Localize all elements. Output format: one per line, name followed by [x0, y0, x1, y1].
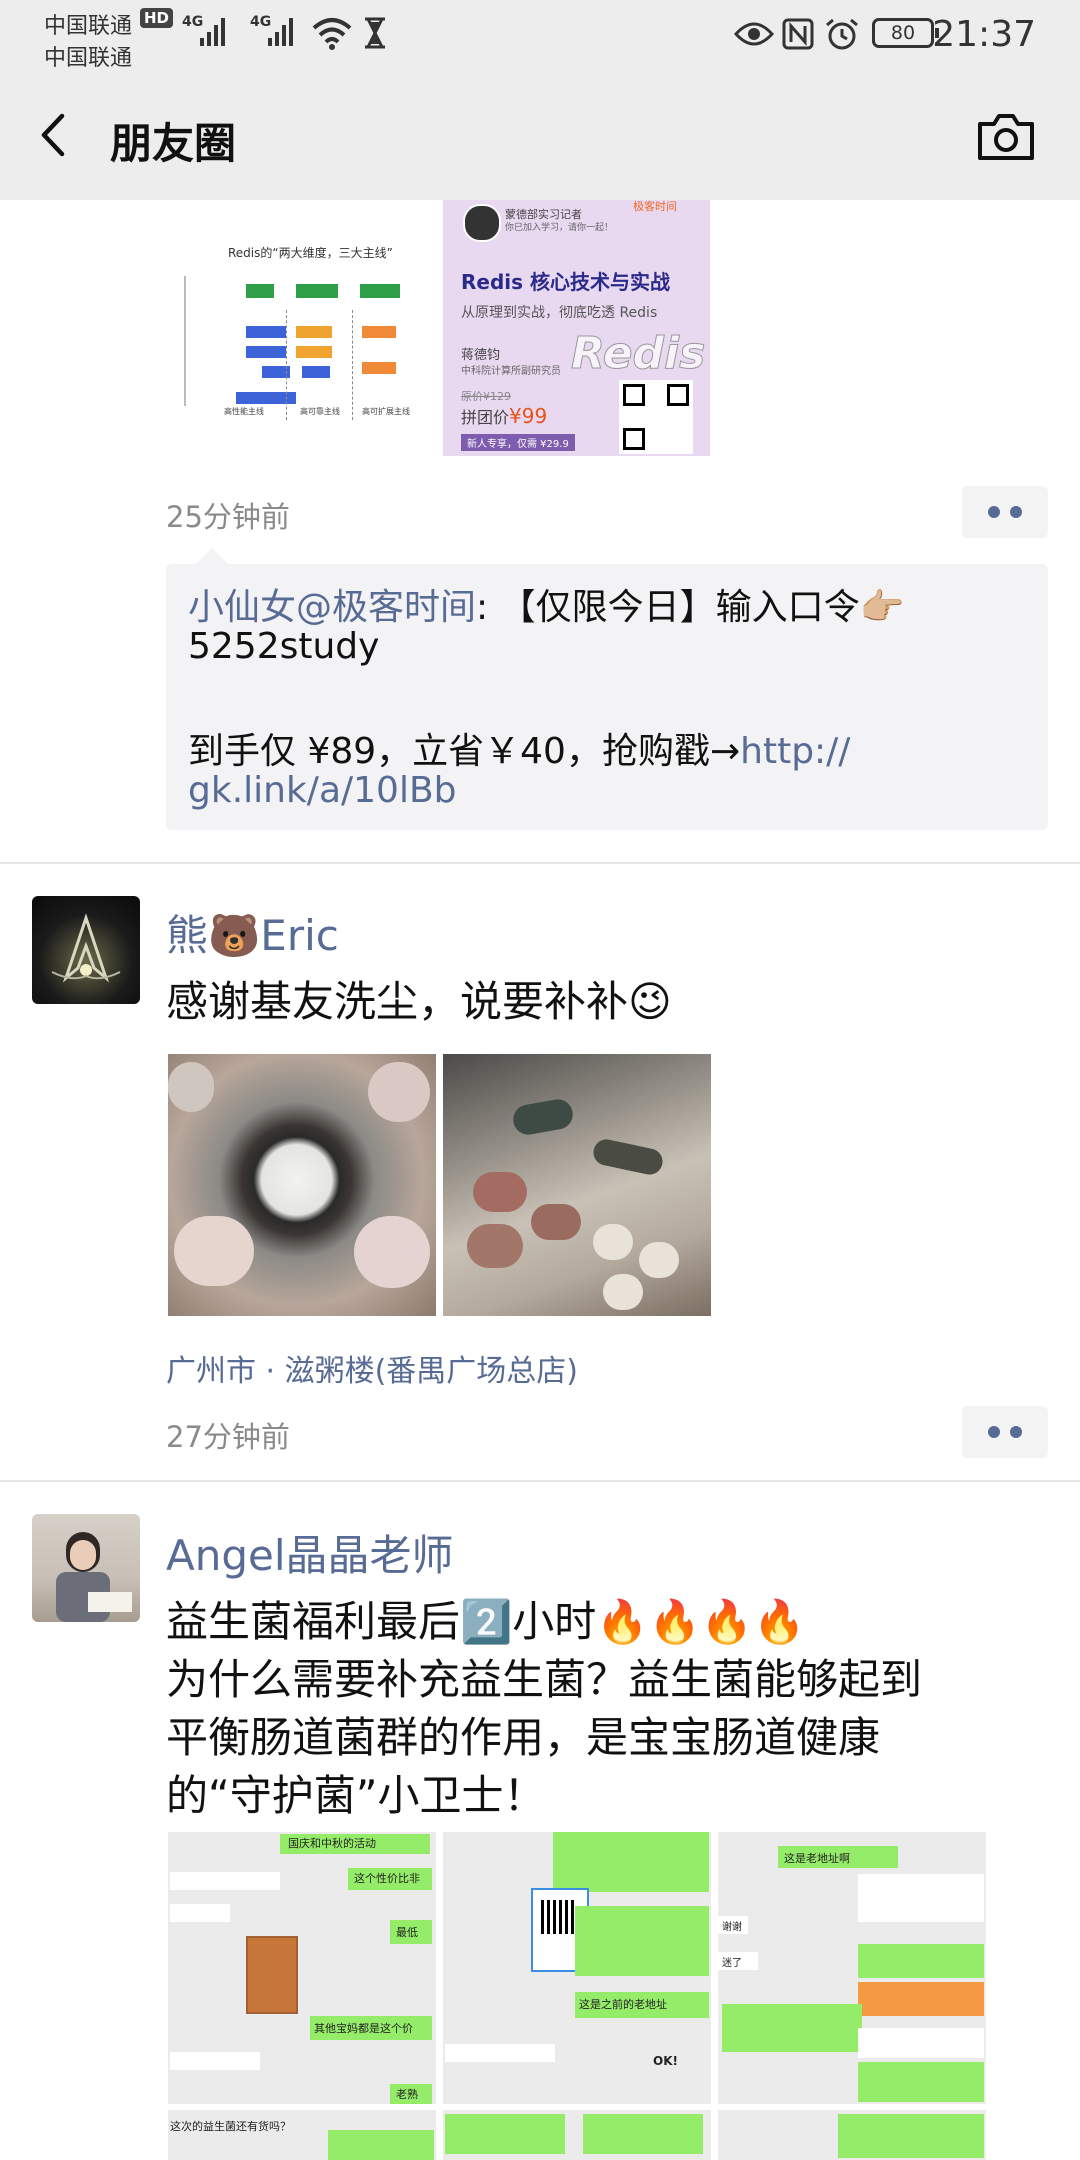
wifi-icon: [312, 18, 352, 50]
nav-bar: 朋友圈: [0, 70, 1080, 200]
user-avatar[interactable]: [32, 1514, 140, 1622]
more-actions-button[interactable]: [962, 486, 1048, 538]
ad-watermark: Redis: [570, 328, 706, 380]
image-caption: Redis的“两大维度，三大主线”: [228, 246, 393, 260]
post-image-chat[interactable]: 这次的益生菌还有货吗？: [168, 2110, 436, 2160]
chat-bubble-text: 谢谢: [722, 1922, 742, 1933]
battery-icon: 80: [872, 18, 939, 48]
comment-link[interactable]: http://: [740, 731, 850, 772]
status-bar: 中国联通 HD 中国联通 4G 4G 80 21:37: [0, 0, 1080, 71]
chat-bubble-text: 这个性价比非: [354, 1872, 420, 1885]
chat-bubble-text: 国庆和中秋的活动: [288, 1837, 376, 1850]
comment-separator: :: [476, 587, 500, 628]
post-text-line: 平衡肠道菌群的作用，是宝宝肠道健康: [166, 1713, 881, 1762]
carrier-label: 中国联通: [44, 14, 133, 39]
chat-bubble-text: 其他宝妈都是这个价: [314, 2022, 413, 2035]
comment-link[interactable]: gk.link/a/10lBb: [188, 770, 457, 811]
dot-icon: [1010, 1426, 1022, 1438]
dot-icon: [988, 1426, 1000, 1438]
author-name: 蒋德钧: [461, 348, 501, 363]
comment-text: 到手仅 ¥89，立省￥40，抢购戳→: [188, 731, 741, 772]
post-image-chat[interactable]: [443, 2110, 711, 2160]
brand-logo: 极客时间: [633, 200, 677, 213]
comment-text: 【仅限今日】输入口令👉🏼: [499, 587, 905, 628]
ad-title: Redis 核心技术与实战: [461, 270, 671, 294]
signal-icon: 4G: [182, 14, 228, 50]
chat-bubble-text: 这次的益生菌还有货吗？: [170, 2120, 291, 2133]
comment-author[interactable]: 小仙女@极客时间: [188, 587, 476, 628]
ad-header: 你已加入学习，请你一起！: [505, 223, 614, 233]
username[interactable]: Angel晶晶老师: [166, 1522, 454, 1583]
comment-box: 小仙女@极客时间: 【仅限今日】输入口令👉🏼 5252study 到手仅 ¥89…: [166, 548, 1048, 830]
diagram-label: 高可靠主线: [300, 407, 340, 416]
comment-text-line: 到手仅 ¥89，立省￥40，抢购戳→http://: [188, 722, 850, 774]
post-image-congee[interactable]: [168, 1054, 436, 1316]
post-image-chat[interactable]: 国庆和中秋的活动 这个性价比非 最低 其他宝妈都是这个价 老熟: [168, 1832, 436, 2104]
post-image-chat[interactable]: [718, 2110, 986, 2160]
group-price: 拼团价¥99: [461, 404, 548, 428]
hourglass-icon: [365, 17, 385, 49]
author-title: 中科院计算所副研究员: [461, 366, 561, 377]
comment-item[interactable]: 小仙女@极客时间: 【仅限今日】输入口令👉🏼: [188, 578, 904, 630]
chat-bubble-text: 老熟: [396, 2088, 418, 2101]
username[interactable]: 熊🐻Eric: [166, 902, 339, 963]
newcomer-badge: 新人专享，仅需 ¥29.9: [461, 434, 575, 451]
user-avatar[interactable]: [32, 896, 140, 1004]
post-text-line: 的“守护菌”小卫士！: [166, 1771, 546, 1820]
post-divider: [0, 1480, 1080, 1482]
post-image-course-ad[interactable]: 蒙德部实习记者 你已加入学习，请你一起！ 极客时间 Redis 核心技术与实战 …: [443, 200, 710, 456]
camera-icon[interactable]: [976, 108, 1036, 164]
ad-subtitle: 从原理到实战，彻底吃透 Redis: [461, 305, 658, 321]
original-price: 原价¥129: [461, 390, 511, 403]
post-image-chat[interactable]: 这是之前的老地址 OK!: [443, 1832, 711, 2104]
alarm-icon: [826, 18, 858, 50]
post-text-line: 为什么需要补充益生菌？益生菌能够起到: [166, 1655, 923, 1704]
signal-icon-2: 4G: [250, 14, 296, 50]
eye-icon: [734, 22, 774, 46]
nfc-icon: [782, 18, 814, 50]
more-actions-button[interactable]: [962, 1406, 1048, 1458]
avatar: [463, 204, 501, 242]
back-icon[interactable]: [30, 110, 80, 160]
post-timestamp: 27分钟前: [166, 1420, 290, 1454]
carrier-label-2: 中国联通: [44, 46, 133, 71]
page-title: 朋友圈: [110, 119, 237, 168]
hd-badge: HD: [140, 8, 174, 28]
chat-sticker-text: OK!: [653, 2054, 678, 2068]
clock: 21:37: [932, 14, 1036, 55]
qr-code: [619, 380, 693, 454]
chat-bubble-text: 这是之前的老地址: [579, 1998, 667, 2011]
comment-text-line: 5252study: [188, 626, 380, 667]
chat-bubble-text: 最低: [396, 1926, 418, 1939]
post-divider: [0, 862, 1080, 864]
chat-bubble-text: 迷了: [722, 1958, 742, 1969]
post-text: 感谢基友洗尘，说要补补😉: [166, 977, 672, 1026]
post-image-chat[interactable]: 这是老地址啊 谢谢 迷了: [718, 1832, 986, 2104]
post-image-diagram[interactable]: Redis的“两大维度，三大主线” 高性能主线 高可靠主线 高可扩展主线: [166, 200, 433, 456]
dot-icon: [1010, 506, 1022, 518]
location-link[interactable]: 广州市 · 滋粥楼(番禺广场总店): [166, 1346, 578, 1390]
diagram-label: 高性能主线: [224, 407, 264, 416]
diagram-label: 高可扩展主线: [362, 407, 410, 416]
post-timestamp: 25分钟前: [166, 500, 290, 534]
assassin-logo-icon: [51, 913, 121, 983]
chat-bubble-text: 这是老地址啊: [784, 1852, 850, 1865]
dot-icon: [988, 506, 1000, 518]
post-text-line: 益生菌福利最后2️⃣小时🔥🔥🔥🔥: [166, 1597, 806, 1646]
post-image-seafood[interactable]: [443, 1054, 711, 1316]
